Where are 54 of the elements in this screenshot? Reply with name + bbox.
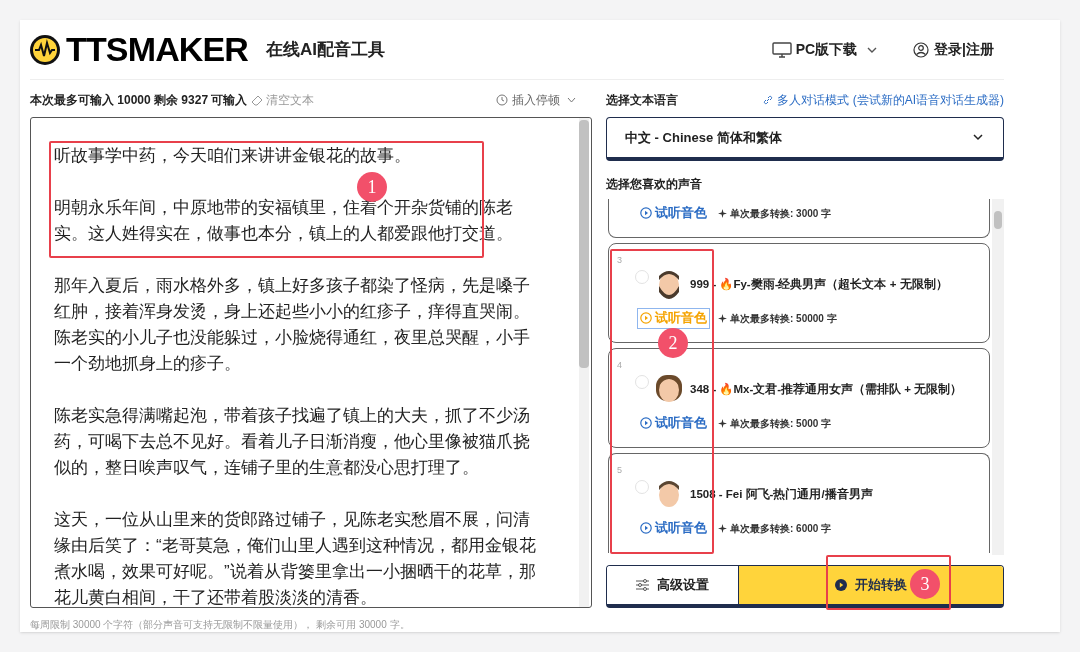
sparkle-icon <box>718 523 727 533</box>
voice-label: 选择您喜欢的声音 <box>606 176 703 193</box>
voice-radio[interactable] <box>635 374 649 389</box>
story-paragraph: 这天，一位从山里来的货郎路过铺子，见陈老实愁眉不展，问清缘由后笑了：“老哥莫急，俺们山里人遇到这种情况，都用金银花煮水喝，效果可好呢。”说着从背篓里拿出一小捆晒干的花草，那花儿黄白相间，干了还带着股淡淡的清香。 <box>54 509 537 607</box>
clock-icon <box>496 94 508 106</box>
subtitle: 在线AI配音工具 <box>266 38 386 61</box>
link-icon <box>763 95 774 105</box>
monitor-icon <box>771 41 792 58</box>
play-icon <box>640 417 652 430</box>
logo-icon <box>30 34 60 65</box>
max-conversion-text: 单次最多转换: 50000 字 <box>730 311 837 326</box>
story-paragraph: 陈老实急得满嘴起泡，带着孩子找遍了镇上的大夫，抓了不少汤药，可喝下去总不见好。看着儿子日渐消瘦，他心里像被猫爪挠似的，整日唉声叹气，连铺子里的生意都没心思打理了。 <box>54 405 531 479</box>
play-icon <box>835 579 847 591</box>
chevron-icon <box>867 45 878 54</box>
chevron-icon <box>567 97 576 103</box>
voice-radio[interactable] <box>635 479 649 494</box>
voice-index: 5 <box>617 464 622 475</box>
insert-pause-button[interactable]: 插入停顿 <box>496 91 576 109</box>
voice-card[interactable]: 试听音色 单次最多转换: 3000 字 <box>608 199 990 238</box>
chevron-icon <box>973 134 983 141</box>
sparkle-icon <box>718 418 727 428</box>
user-icon <box>913 41 930 58</box>
story-paragraph: 听故事学中药，今天咱们来讲讲金银花的故事。 <box>54 145 412 167</box>
voice-index: 4 <box>617 359 622 370</box>
preview-voice-button[interactable]: 试听音色 <box>637 517 710 539</box>
download-menu[interactable]: PC版下载 <box>771 39 878 60</box>
dialog-mode-link[interactable]: 多人对话模式 (尝试新的AI语音对话生成器) <box>763 91 1004 109</box>
max-conversion-text: 单次最多转换: 6000 字 <box>730 521 832 536</box>
sparkle-icon <box>718 313 727 323</box>
max-conversion-text: 单次最多转换: 5000 字 <box>730 416 832 431</box>
play-icon <box>640 207 652 220</box>
text-input-area[interactable] <box>30 117 592 608</box>
language-select[interactable]: 中文 - Chinese 简体和繁体 <box>606 117 1004 161</box>
voice-name: 348 - 🔥Mx-文君-推荐通用女声（需排队 + 无限制） <box>690 381 963 398</box>
preview-voice-button[interactable]: 试听音色 <box>637 412 710 434</box>
story-paragraph: 那年入夏后，雨水格外多，镇上好多孩子都染了怪病，先是嗓子红肿，接着浑身发烫，身上还起些小小的红疹子，痒得直哭闹。陈老实的小儿子也没能躲过，小脸烧得通红，夜里总哭醒，小手一个劲地抓身上的疹子。 <box>54 275 531 375</box>
scrollbar-thumb[interactable] <box>579 120 589 368</box>
preview-voice-button[interactable]: 试听音色 <box>637 203 710 224</box>
logo-text: TTSMAKER <box>66 29 249 70</box>
login-link[interactable]: 登录|注册 <box>913 39 994 60</box>
eraser-icon <box>251 94 264 106</box>
sliders-icon <box>636 579 649 591</box>
scrollbar-thumb[interactable] <box>994 211 1002 229</box>
language-label: 选择文本语言 <box>606 92 678 109</box>
play-icon <box>640 522 652 535</box>
advanced-settings-button[interactable]: 高级设置 <box>607 566 739 604</box>
sparkle-icon <box>718 208 727 218</box>
play-icon <box>640 312 652 325</box>
input-limit-text: 本次最多可输入 10000 剩余 9327 可输入 <box>30 92 248 109</box>
weekly-limit-text: 每周限制 30000 个字符（部分声音可支持无限制不限量使用）， 剩余可用 30000 字。 <box>30 618 411 632</box>
voice-radio[interactable] <box>635 269 649 284</box>
voice-name: 999 - 🔥Fy-樊雨-经典男声（超长文本 + 无限制） <box>690 277 948 293</box>
max-conversion-text: 单次最多转换: 3000 字 <box>730 206 832 221</box>
voice-index: 3 <box>617 254 622 265</box>
